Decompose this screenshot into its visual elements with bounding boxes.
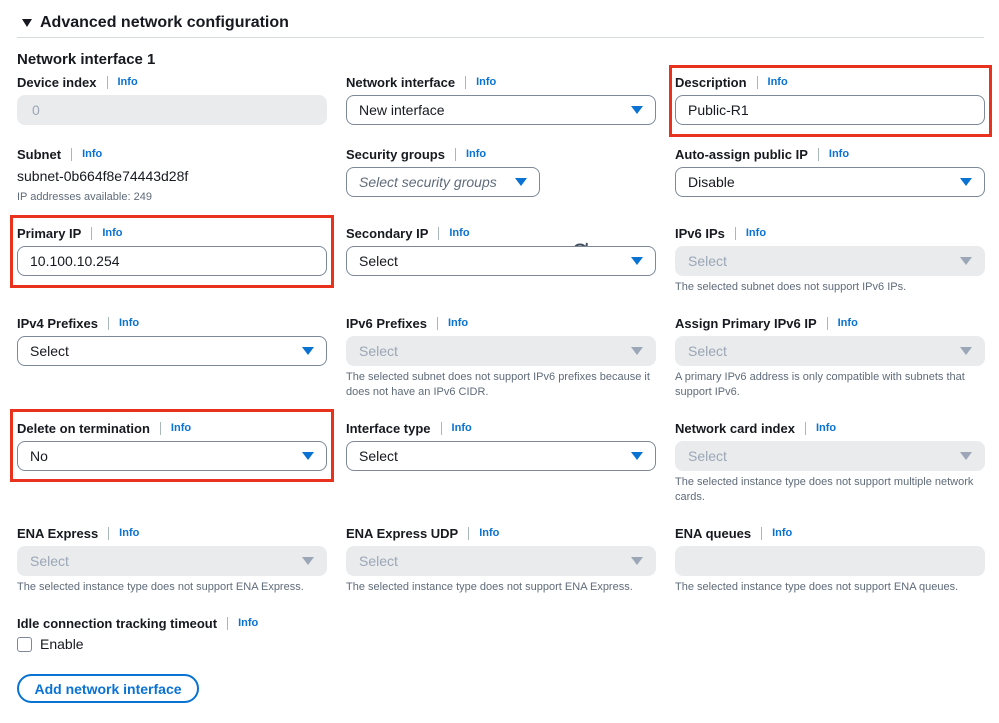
dropdown-arrow-icon (631, 452, 643, 460)
subsection-title: Network interface 1 (17, 51, 156, 68)
dropdown-arrow-icon (631, 347, 643, 355)
dropdown-arrow-icon (302, 557, 314, 565)
ena-express-select: Select (17, 546, 327, 576)
device-index-field: Device index Info 0 (17, 73, 327, 125)
dropdown-arrow-icon (302, 347, 314, 355)
highlight-delete-on-termination (10, 409, 334, 482)
subnet-field: Subnet Info subnet-0b664f8e74443d28f IP a… (17, 145, 327, 204)
section-toggle[interactable]: Advanced network configuration (22, 14, 289, 32)
assign-primary-ipv6-select: Select (675, 336, 985, 366)
ena-express-field: ENA Express Info Select The selected inst… (17, 524, 327, 593)
info-link[interactable]: Info (816, 422, 836, 434)
secondary-ip-label: Secondary IP (346, 225, 429, 241)
interface-type-label: Interface type (346, 420, 431, 436)
idle-timeout-enable[interactable]: Enable (17, 636, 84, 652)
security-groups-field: Security groups Info Select security grou… (346, 145, 656, 259)
secondary-ip-field: Secondary IP Info Select (346, 224, 656, 276)
info-link[interactable]: Info (119, 527, 139, 539)
ipv6-prefixes-select: Select (346, 336, 656, 366)
idle-timeout-label: Idle connection tracking timeout (17, 615, 218, 631)
add-network-interface-button[interactable]: Add network interface (17, 674, 199, 703)
interface-type-select[interactable]: Select (346, 441, 656, 471)
ipv6-prefixes-help: The selected subnet does not support IPv… (346, 371, 650, 398)
ena-queues-input (675, 546, 985, 576)
subnet-value: subnet-0b664f8e74443d28f (17, 168, 189, 184)
info-link[interactable]: Info (118, 76, 138, 88)
ipv6-ips-help: The selected subnet does not support IPv… (675, 281, 907, 293)
auto-assign-ip-field: Auto-assign public IP Info Disable (675, 145, 985, 197)
info-link[interactable]: Info (466, 148, 486, 160)
enable-checkbox-label: Enable (40, 636, 84, 652)
enable-checkbox[interactable] (17, 636, 32, 652)
ipv4-prefixes-select[interactable]: Select (17, 336, 327, 366)
auto-assign-ip-label: Auto-assign public IP (675, 146, 808, 162)
dropdown-arrow-icon (631, 257, 643, 265)
ipv6-ips-label: IPv6 IPs (675, 225, 725, 241)
dropdown-arrow-icon (960, 347, 972, 355)
dropdown-arrow-icon (631, 106, 643, 114)
ena-queues-help: The selected instance type does not supp… (675, 581, 959, 593)
network-card-index-field: Network card index Info Select The select… (675, 419, 985, 503)
info-link[interactable]: Info (452, 422, 472, 434)
dropdown-arrow-icon (515, 178, 527, 186)
interface-type-field: Interface type Info Select (346, 419, 656, 471)
highlight-description (669, 65, 992, 137)
ena-queues-label: ENA queues (675, 525, 752, 541)
assign-primary-ipv6-help: A primary IPv6 address is only compatibl… (675, 371, 965, 398)
info-link[interactable]: Info (448, 317, 468, 329)
network-card-index-select: Select (675, 441, 985, 471)
ena-express-udp-help: The selected instance type does not supp… (346, 581, 633, 593)
dropdown-arrow-icon (631, 557, 643, 565)
info-link[interactable]: Info (238, 617, 258, 629)
subnet-label: Subnet (17, 146, 62, 162)
network-interface-label: Network interface (346, 74, 456, 90)
info-link[interactable]: Info (838, 317, 858, 329)
ena-express-udp-field: ENA Express UDP Info Select The selected … (346, 524, 656, 593)
info-link[interactable]: Info (746, 227, 766, 239)
info-link[interactable]: Info (119, 317, 139, 329)
info-link[interactable]: Info (772, 527, 792, 539)
ipv4-prefixes-field: IPv4 Prefixes Info Select (17, 314, 327, 366)
section-title: Advanced network configuration (40, 14, 289, 31)
info-link[interactable]: Info (476, 76, 496, 88)
ena-express-udp-label: ENA Express UDP (346, 525, 459, 541)
secondary-ip-select[interactable]: Select (346, 246, 656, 276)
ipv4-prefixes-label: IPv4 Prefixes (17, 315, 98, 331)
network-card-index-label: Network card index (675, 420, 795, 436)
ena-queues-field: ENA queues Info The selected instance typ… (675, 524, 985, 593)
dropdown-arrow-icon (960, 257, 972, 265)
assign-primary-ipv6-field: Assign Primary IPv6 IP Info Select A prim… (675, 314, 985, 398)
ena-express-label: ENA Express (17, 525, 99, 541)
dropdown-arrow-icon (960, 452, 972, 460)
info-link[interactable]: Info (449, 227, 469, 239)
info-link[interactable]: Info (479, 527, 499, 539)
subnet-help: IP addresses available: 249 (17, 191, 152, 203)
section-divider (17, 37, 984, 38)
ipv6-prefixes-field: IPv6 Prefixes Info Select The selected su… (346, 314, 656, 398)
device-index-input: 0 (17, 95, 327, 125)
dropdown-arrow-icon (960, 178, 972, 186)
ipv6-ips-select: Select (675, 246, 985, 276)
ipv6-prefixes-label: IPv6 Prefixes (346, 315, 427, 331)
caret-down-icon (22, 19, 32, 27)
ena-express-help: The selected instance type does not supp… (17, 581, 304, 593)
info-link[interactable]: Info (829, 148, 849, 160)
info-link[interactable]: Info (82, 148, 102, 160)
network-interface-select[interactable]: New interface (346, 95, 656, 125)
security-groups-select[interactable]: Select security groups (346, 167, 540, 197)
highlight-primary-ip (10, 215, 334, 288)
network-card-index-help: The selected instance type does not supp… (675, 476, 974, 503)
security-groups-label: Security groups (346, 146, 445, 162)
device-index-label: Device index (17, 74, 97, 90)
ena-express-udp-select: Select (346, 546, 656, 576)
auto-assign-ip-select[interactable]: Disable (675, 167, 985, 197)
assign-primary-ipv6-label: Assign Primary IPv6 IP (675, 315, 817, 331)
network-interface-field: Network interface Info New interface (346, 73, 656, 125)
ipv6-ips-field: IPv6 IPs Info Select The selected subnet … (675, 224, 985, 293)
idle-timeout-field: Idle connection tracking timeout Info (17, 614, 327, 632)
